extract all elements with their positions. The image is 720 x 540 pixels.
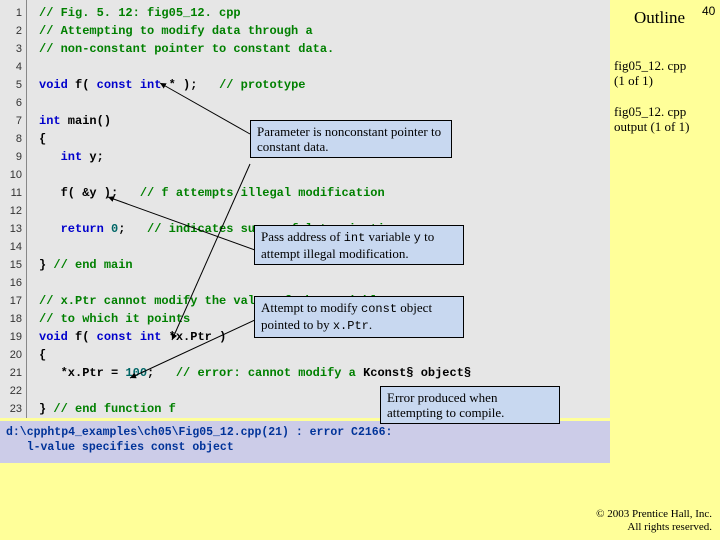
code-line [39,94,610,112]
code-line: // Fig. 5. 12: fig05_12. cpp [39,4,610,22]
line-number: 8 [0,130,26,148]
code-line: f( &y ); // f attempts illegal modificat… [39,184,610,202]
code-line: { [39,346,610,364]
code-area: 1234567891011121314151617181920212223 //… [0,0,610,418]
line-number: 13 [0,220,26,238]
line-number: 9 [0,148,26,166]
side-file-label: fig05_12. cpp (1 of 1) [614,58,686,88]
code-line [39,274,610,292]
line-number: 7 [0,112,26,130]
line-number: 2 [0,22,26,40]
code-line: void f( const int * ); // prototype [39,76,610,94]
code-line [39,58,610,76]
code-line: *x.Ptr = 100; // error: cannot modify a … [39,364,610,382]
callout-text: Error produced when attempting to compil… [387,390,504,420]
copyright-footer: © 2003 Prentice Hall, Inc. All rights re… [596,508,712,534]
page-number: 40 [702,4,715,18]
callout-pass-address: Pass address of int variable y to attemp… [254,225,464,265]
callout-compile-error: Error produced when attempting to compil… [380,386,560,424]
line-number: 17 [0,292,26,310]
line-number: 23 [0,400,26,418]
line-number: 20 [0,346,26,364]
line-number: 3 [0,40,26,58]
line-number: 4 [0,58,26,76]
callout-attempt-modify: Attempt to modify const object pointed t… [254,296,464,338]
line-number: 10 [0,166,26,184]
code-line [39,202,610,220]
outline-title: Outline [634,8,685,28]
callout-parameter: Parameter is nonconstant pointer to cons… [250,120,452,158]
line-number: 19 [0,328,26,346]
line-number: 16 [0,274,26,292]
line-number: 12 [0,202,26,220]
line-number: 14 [0,238,26,256]
code-listing: // Fig. 5. 12: fig05_12. cpp// Attemptin… [27,0,610,418]
copyright-line2: All rights reserved. [596,521,712,534]
copyright-line1: © 2003 Prentice Hall, Inc. [596,508,712,521]
line-number: 6 [0,94,26,112]
code-line: // Attempting to modify data through a [39,22,610,40]
line-number: 1 [0,4,26,22]
code-line [39,166,610,184]
line-number: 22 [0,382,26,400]
line-number: 11 [0,184,26,202]
callout-text: Parameter is nonconstant pointer to cons… [257,124,441,154]
compiler-output: d:\cpphtp4_examples\ch05\Fig05_12.cpp(21… [0,421,610,463]
code-line: // non-constant pointer to constant data… [39,40,610,58]
line-number: 5 [0,76,26,94]
side-output-label: fig05_12. cpp output (1 of 1) [614,104,689,134]
line-number: 18 [0,310,26,328]
line-number: 21 [0,364,26,382]
line-number: 15 [0,256,26,274]
line-number-gutter: 1234567891011121314151617181920212223 [0,0,27,418]
